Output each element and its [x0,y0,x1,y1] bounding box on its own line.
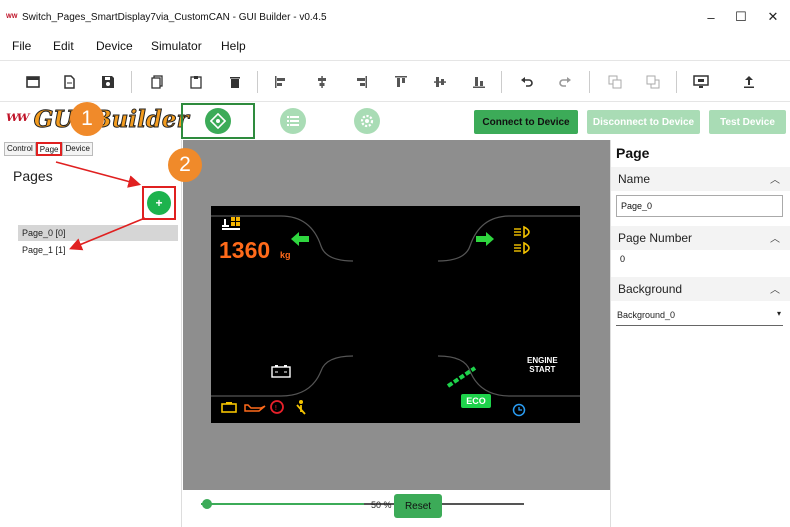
headlight-icons [514,225,530,255]
connect-device-button[interactable]: Connect to Device [474,110,578,134]
battery-icon [271,365,291,378]
tab-settings[interactable] [330,103,404,139]
design-mode-icon [205,108,231,134]
display-preview[interactable]: 1360 kg ENGINE START ! ECO [211,206,580,423]
align-right-icon[interactable] [352,73,370,91]
toolbar-divider [589,71,590,93]
page-number-label: Page Number [618,231,693,245]
test-device-button[interactable]: Test Device [709,110,786,134]
app-logo-icon: ᵂᵂ [6,12,18,22]
callout-step-1: 1 [70,102,104,136]
chevron-up-icon: ︿ [770,234,780,245]
background-label: Background [618,282,683,296]
menu-file[interactable]: File [12,39,31,53]
chevron-up-icon: ︿ [770,285,780,296]
chevron-up-icon: ︿ [770,175,780,186]
new-file-icon[interactable] [60,73,78,91]
warning-lamps: ! [221,400,306,415]
undo-icon[interactable] [518,73,536,91]
copy-icon[interactable] [148,73,166,91]
plus-icon: + [147,191,171,215]
align-center-v-icon[interactable] [431,73,449,91]
paste-icon[interactable] [187,73,205,91]
background-select[interactable]: Background_0 ▾ [616,306,783,326]
toolbar-divider [257,71,258,93]
cargo-icon [222,217,240,230]
save-icon[interactable] [99,73,117,91]
menu-help[interactable]: Help [221,39,246,53]
zoom-value: 50 % [371,500,392,510]
title-bar: ᵂᵂ Switch_Pages_SmartDisplay7via_CustomC… [0,0,790,34]
page-number-value: 0 [620,254,626,264]
align-center-h-icon[interactable] [313,73,331,91]
callout-step-2: 2 [168,148,202,182]
tab-device[interactable]: Device [62,142,93,156]
list-mode-icon [280,108,306,134]
page-list-item[interactable]: Page_1 [1] [18,242,178,258]
weight-value: 1360 [219,237,271,263]
redo-icon[interactable] [556,73,574,91]
align-left-icon[interactable] [272,73,290,91]
toolbar [0,60,790,102]
eco-badge: ECO [461,394,491,408]
menu-edit[interactable]: Edit [53,39,74,53]
right-turn-arrow-icon [476,232,494,246]
pages-title: Pages [13,168,53,184]
side-tabs: Control Page Device [4,142,93,156]
svg-text:!: ! [275,404,278,412]
engine-start-label: ENGINE START [527,356,558,374]
page-list-item[interactable]: Page_0 [0] [18,225,178,241]
upload-icon[interactable] [740,73,758,91]
toolbar-divider [131,71,132,93]
preview-icon[interactable] [692,73,710,91]
left-turn-arrow-icon [291,232,309,246]
bring-front-icon[interactable] [606,73,624,91]
menu-device[interactable]: Device [96,39,133,53]
new-window-icon[interactable] [24,73,42,91]
send-back-icon[interactable] [644,73,662,91]
name-section-header[interactable]: Name ︿ [611,167,790,191]
tab-design[interactable] [181,103,255,139]
background-value: Background_0 [617,310,676,320]
name-field[interactable] [616,195,783,217]
maximize-button[interactable]: ☐ [726,6,756,28]
engine-label: ENGINE [527,356,558,365]
dropdown-arrow-icon: ▾ [776,309,781,318]
page-number-section-header[interactable]: Page Number ︿ [611,226,790,250]
tab-list[interactable] [256,103,330,139]
tab-page[interactable]: Page [35,142,63,156]
background-section-header[interactable]: Background ︿ [611,277,790,301]
delete-icon[interactable] [226,73,244,91]
gear-icon [354,108,380,134]
disconnect-device-button[interactable]: Disconnect to Device [587,110,700,134]
align-top-icon[interactable] [392,73,410,91]
clock-icon [512,403,526,417]
toolbar-divider [676,71,677,93]
toolbar-divider [501,71,502,93]
menu-bar: File Edit Device Simulator Help [0,34,790,58]
properties-title: Page [616,145,650,161]
minimize-button[interactable]: – [696,6,726,28]
name-label: Name [618,172,651,186]
reset-zoom-button[interactable]: Reset [394,494,442,518]
menu-simulator[interactable]: Simulator [151,39,202,53]
close-button[interactable]: ✕ [758,6,788,28]
add-page-button[interactable]: + [142,186,176,220]
align-bottom-icon[interactable] [470,73,488,91]
weight-unit: kg [280,250,291,260]
start-label: START [529,365,556,374]
window-title: Switch_Pages_SmartDisplay7via_CustomCAN … [22,12,327,23]
zoom-slider-handle[interactable] [202,499,212,509]
tab-control[interactable]: Control [4,142,36,156]
zoom-track-filled [201,503,364,505]
